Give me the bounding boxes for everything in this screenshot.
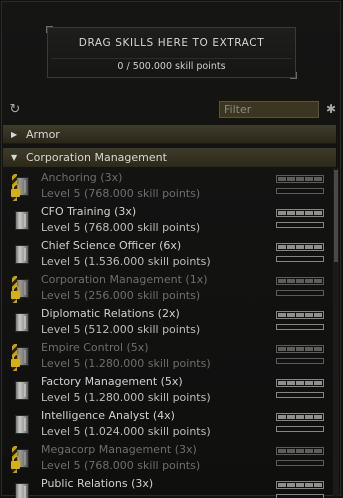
skill-name: Empire Control (5x) [41, 341, 149, 354]
skill-level-pips [276, 209, 324, 217]
skillbook-icon [12, 244, 31, 265]
skillbook-icon [11, 446, 31, 473]
skill-level: Level 5 (1.280.000 skill points) [41, 357, 211, 370]
chevron-right-icon: ▶ [11, 130, 18, 139]
skill-level-pips [276, 345, 324, 353]
skill-level: Level 5 (768.000 skill points) [41, 187, 201, 200]
skill-progress-bar [276, 392, 324, 398]
skill-row[interactable]: Chief Science Officer (6x) Level 5 (1.53… [3, 236, 333, 270]
skill-progress-bar [276, 494, 324, 498]
skill-progress-bar [276, 222, 324, 228]
filter-input[interactable]: Filter [219, 101, 319, 118]
skill-name: Intelligence Analyst (4x) [41, 409, 175, 422]
scrollbar-thumb[interactable] [334, 170, 338, 262]
skillbook-icon [12, 312, 31, 333]
skill-row[interactable]: Factory Management (5x) Level 5 (1.280.0… [3, 372, 333, 406]
skill-list: Anchoring (3x) Level 5 (768.000 skill po… [3, 168, 333, 498]
skill-progress-bar [276, 290, 324, 296]
skill-row[interactable]: CFO Training (3x) Level 5 (768.000 skill… [3, 202, 333, 236]
skill-progress-bar [276, 426, 324, 432]
skill-row[interactable]: Anchoring (3x) Level 5 (768.000 skill po… [3, 168, 333, 202]
skill-level: Level 5 (768.000 skill points) [41, 221, 201, 234]
skillbook-icon [11, 174, 31, 201]
skill-progress-bar [276, 358, 324, 364]
skill-row[interactable]: Public Relations (3x) [3, 474, 333, 498]
skill-name: Diplomatic Relations (2x) [41, 307, 180, 320]
lock-icon [11, 456, 20, 469]
skillbook-icon [12, 414, 31, 435]
skill-progress-bar [276, 460, 324, 466]
skill-level: Level 5 (1.536.000 skill points) [41, 255, 211, 268]
gear-icon[interactable]: ✱ [324, 101, 338, 118]
skill-level-pips [276, 481, 324, 489]
skill-row[interactable]: Intelligence Analyst (4x) Level 5 (1.024… [3, 406, 333, 440]
skill-name: Chief Science Officer (6x) [41, 239, 182, 252]
skill-level-pips [276, 379, 324, 387]
skill-row[interactable]: Megacorp Management (3x) Level 5 (768.00… [3, 440, 333, 474]
skill-level-pips [276, 447, 324, 455]
skillbook-icon [12, 210, 31, 231]
skill-progress-bar [276, 256, 324, 262]
skill-name: Megacorp Management (3x) [41, 443, 197, 456]
skillbook-icon [11, 276, 31, 303]
skill-level-pips [276, 277, 324, 285]
skill-name: Corporation Management (1x) [41, 273, 208, 286]
skill-level-pips [276, 413, 324, 421]
skill-name: Public Relations (3x) [41, 477, 154, 490]
skillbook-icon [11, 344, 31, 371]
skill-name: Anchoring (3x) [41, 171, 123, 184]
group-armor[interactable]: ▶ Armor [3, 125, 336, 144]
skill-row[interactable]: Diplomatic Relations (2x) Level 5 (512.0… [3, 304, 333, 338]
group-label: Armor [26, 128, 60, 141]
skill-progress-bar [276, 188, 324, 194]
lock-icon [11, 354, 20, 367]
skill-level: Level 5 (256.000 skill points) [41, 289, 201, 302]
skill-progress-bar [276, 324, 324, 330]
skill-name: Factory Management (5x) [41, 375, 183, 388]
lock-icon [11, 184, 20, 197]
skill-level-pips [276, 175, 324, 183]
chevron-down-icon: ▼ [11, 153, 18, 162]
lock-icon [11, 286, 20, 299]
skill-level-pips [276, 311, 324, 319]
extract-drop-zone[interactable]: DRAG SKILLS HERE TO EXTRACT 0 / 500.000 … [46, 26, 297, 79]
refresh-icon[interactable]: ↻ [8, 103, 22, 117]
skill-level: Level 5 (512.000 skill points) [41, 323, 201, 336]
skill-name: CFO Training (3x) [41, 205, 137, 218]
skill-level: Level 5 (1.024.000 skill points) [41, 425, 211, 438]
skill-row[interactable]: Corporation Management (1x) Level 5 (256… [3, 270, 333, 304]
skill-level: Level 5 (1.280.000 skill points) [41, 391, 211, 404]
skill-row[interactable]: Empire Control (5x) Level 5 (1.280.000 s… [3, 338, 333, 372]
group-corporation-management[interactable]: ▼ Corporation Management [3, 148, 336, 167]
skillbook-icon [12, 380, 31, 401]
extract-points: 0 / 500.000 skill points [51, 58, 292, 74]
skill-level-pips [276, 243, 324, 251]
skill-level: Level 5 (768.000 skill points) [41, 459, 201, 472]
skillbook-icon [12, 482, 31, 498]
extract-title: DRAG SKILLS HERE TO EXTRACT [78, 37, 265, 49]
group-label: Corporation Management [26, 151, 167, 164]
